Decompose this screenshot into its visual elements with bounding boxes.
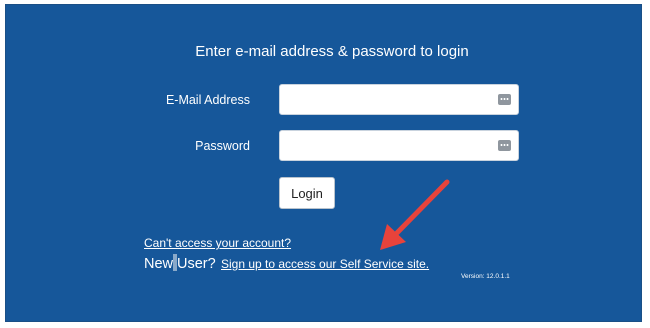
red-arrow-icon	[380, 179, 450, 250]
cant-access-link[interactable]: Can't access your account?	[144, 236, 291, 250]
email-field[interactable]	[279, 84, 519, 115]
version-label: Version: 12.0.1.1	[461, 273, 510, 280]
key-icon[interactable]	[498, 140, 511, 151]
key-icon[interactable]	[498, 94, 511, 105]
password-field[interactable]	[279, 130, 519, 161]
login-heading: Enter e-mail address & password to login	[195, 43, 469, 60]
new-user-text: New	[144, 256, 174, 272]
password-label: Password	[195, 139, 250, 153]
email-label: E-Mail Address	[165, 93, 250, 107]
arrow-shaft	[389, 179, 450, 241]
new-user-line: New User?	[144, 254, 216, 272]
login-button[interactable]: Login	[279, 177, 335, 209]
signup-link[interactable]: Sign up to access our Self Service site.	[221, 257, 429, 271]
new-user-question: User?	[177, 256, 216, 272]
